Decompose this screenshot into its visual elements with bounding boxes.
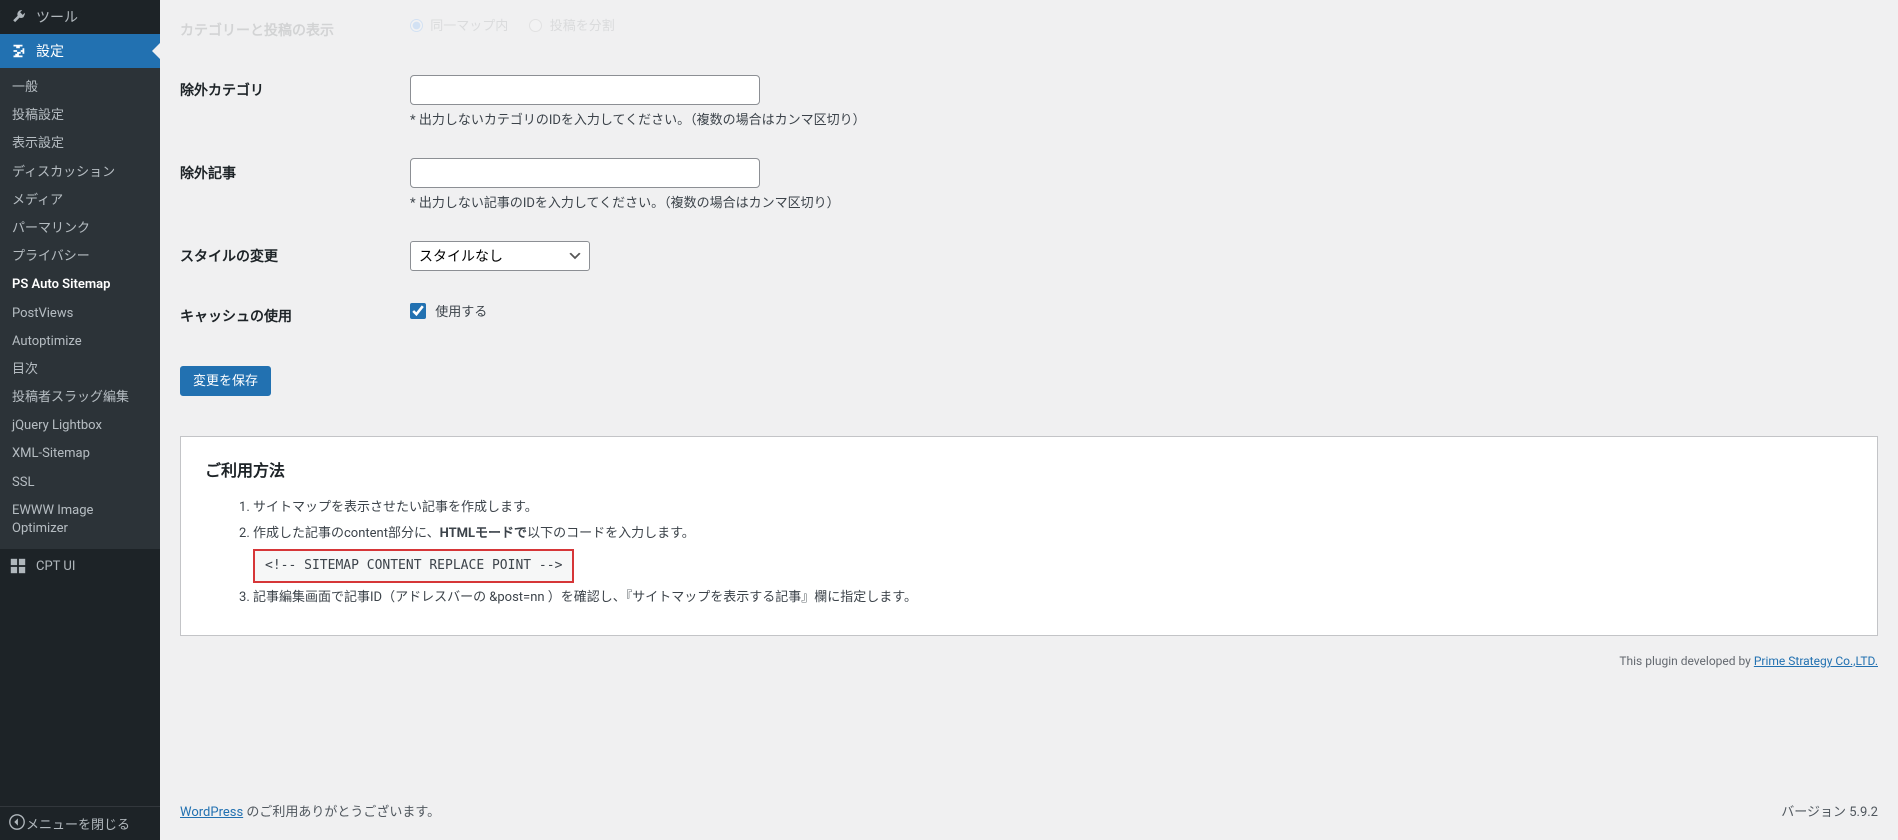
menu-settings[interactable]: 設定: [0, 34, 160, 68]
exclude-category-input[interactable]: [410, 75, 760, 105]
cache-checkbox[interactable]: [410, 303, 426, 319]
sliders-icon: [8, 41, 28, 61]
usage-step-1: サイトマップを表示させたい記事を作成します。: [253, 495, 1853, 521]
style-select[interactable]: スタイルなし: [410, 241, 590, 271]
submenu-item-5[interactable]: パーマリンク: [0, 215, 160, 243]
menu-cpt-label: CPT UI: [36, 559, 75, 574]
submenu-item-2[interactable]: 表示設定: [0, 130, 160, 158]
exclude-post-desc: * 出力しない記事のIDを入力してください。（複数の場合はカンマ区切り）: [410, 192, 1868, 211]
sitemap-replace-code: <!-- SITEMAP CONTENT REPLACE POINT -->: [253, 549, 574, 583]
developer-credit: This plugin developed by Prime Strategy …: [180, 654, 1878, 668]
submenu-item-12[interactable]: jQuery Lightbox: [0, 412, 160, 440]
usage-step-3: 記事編集画面で記事ID（アドレスバーの &post=nn ）を確認し、『サイトマ…: [253, 585, 1853, 611]
submenu-item-11[interactable]: 投稿者スラッグ編集: [0, 384, 160, 412]
usage-title: ご利用方法: [205, 457, 1853, 481]
admin-footer: WordPress のご利用ありがとうございます。 バージョン 5.9.2: [180, 761, 1878, 820]
menu-settings-label: 設定: [36, 41, 64, 61]
collapse-menu[interactable]: メニューを閉じる: [0, 806, 160, 840]
exclude-category-desc: * 出力しないカテゴリのIDを入力してください。（複数の場合はカンマ区切り）: [410, 109, 1868, 128]
submenu-item-6[interactable]: プライバシー: [0, 243, 160, 271]
submenu-item-0[interactable]: 一般: [0, 74, 160, 102]
submenu-item-13[interactable]: XML-Sitemap: [0, 440, 160, 468]
cpt-icon: [8, 556, 28, 576]
version-text: バージョン 5.9.2: [1781, 801, 1878, 820]
submenu-item-3[interactable]: ディスカッション: [0, 159, 160, 187]
footer-thanks: のご利用ありがとうございます。: [243, 805, 440, 820]
submenu-item-1[interactable]: 投稿設定: [0, 102, 160, 130]
save-button[interactable]: 変更を保存: [180, 366, 271, 396]
row-cat-post-display-label: カテゴリーと投稿の表示: [180, 23, 344, 43]
developer-link[interactable]: Prime Strategy Co.,LTD.: [1754, 654, 1878, 668]
usage-box: ご利用方法 サイトマップを表示させたい記事を作成します。 作成した記事のcont…: [180, 436, 1878, 636]
submenu-item-8[interactable]: PostViews: [0, 300, 160, 328]
exclude-post-input[interactable]: [410, 158, 760, 188]
cache-checkbox-label[interactable]: 使用する: [410, 305, 487, 320]
wrench-icon: [8, 7, 28, 27]
submenu-item-4[interactable]: メディア: [0, 187, 160, 215]
row-exclude-category-label: 除外カテゴリ: [180, 60, 400, 143]
collapse-label: メニューを閉じる: [26, 814, 130, 833]
submenu-item-7[interactable]: PS Auto Sitemap: [0, 271, 160, 299]
radio-same-map[interactable]: 同一マップ内: [410, 19, 508, 34]
collapse-icon: [8, 813, 26, 835]
settings-form-table: カテゴリーと投稿の表示 同一マップ内 投稿を分割 除外カテゴリ * 出力しないカ…: [180, 0, 1878, 346]
row-cache-label: キャッシュの使用: [180, 286, 400, 346]
menu-tools-label: ツール: [36, 7, 78, 27]
admin-sidebar: ツール 設定 一般投稿設定表示設定ディスカッションメディアパーマリンクプライバシ…: [0, 0, 160, 840]
row-style-label: スタイルの変更: [180, 226, 400, 286]
submenu-item-15[interactable]: EWWW Image Optimizer: [0, 497, 160, 543]
main-content: カテゴリーと投稿の表示 同一マップ内 投稿を分割 除外カテゴリ * 出力しないカ…: [160, 0, 1898, 840]
menu-cpt-ui[interactable]: CPT UI: [0, 549, 160, 583]
usage-step-2: 作成した記事のcontent部分に、HTMLモードで以下のコードを入力します。 …: [253, 521, 1853, 585]
radio-split-post[interactable]: 投稿を分割: [529, 19, 614, 34]
submenu-item-10[interactable]: 目次: [0, 356, 160, 384]
settings-submenu: 一般投稿設定表示設定ディスカッションメディアパーマリンクプライバシーPS Aut…: [0, 68, 160, 549]
wordpress-link[interactable]: WordPress: [180, 805, 243, 820]
menu-tools[interactable]: ツール: [0, 0, 160, 34]
row-exclude-post-label: 除外記事: [180, 143, 400, 226]
submenu-item-9[interactable]: Autoptimize: [0, 328, 160, 356]
submenu-item-14[interactable]: SSL: [0, 469, 160, 497]
